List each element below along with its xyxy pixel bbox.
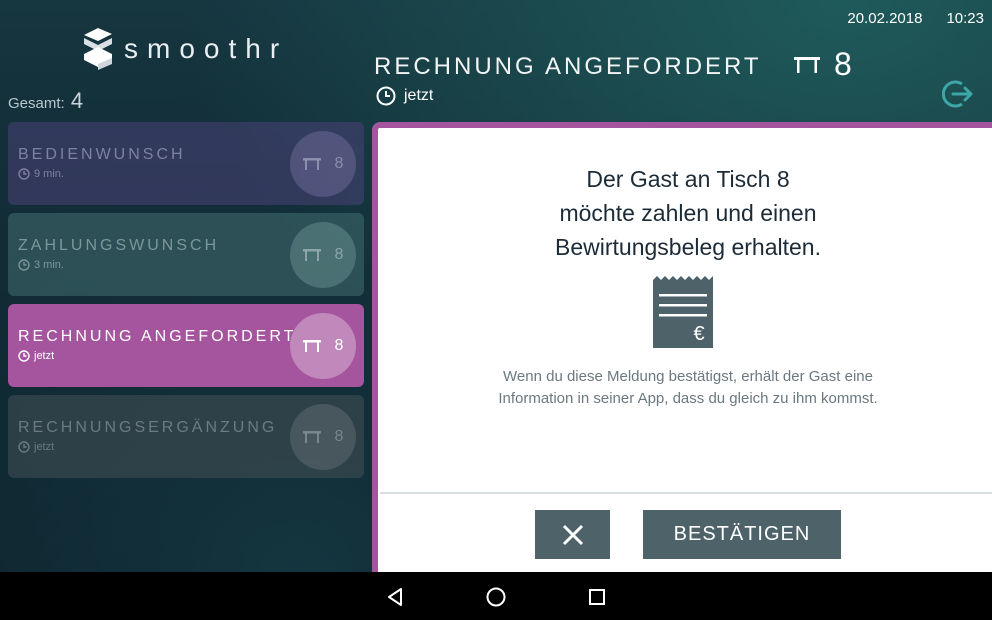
status-date: 20.02.2018 <box>847 10 923 27</box>
request-item-rechnung-angefordert[interactable]: RECHNUNG ANGEFORDERT jetzt 8 <box>8 304 364 387</box>
detail-card-body: Der Gast an Tisch 8 möchte zahlen und ei… <box>380 130 992 572</box>
info-line: Information in seiner App, dass du gleic… <box>498 390 878 407</box>
info-line: Wenn du diese Meldung bestätigst, erhält… <box>503 368 873 385</box>
app-logo: smoothr <box>82 28 288 70</box>
close-icon <box>562 524 583 545</box>
clock-icon <box>18 441 30 453</box>
confirm-button[interactable]: BESTÄTIGEN <box>643 510 841 559</box>
logo-text: smoothr <box>124 33 289 64</box>
svg-text:€: € <box>693 323 704 345</box>
request-item-bedienwunsch[interactable]: BEDIENWUNSCH 9 min. 8 <box>8 122 364 205</box>
table-number: 8 <box>334 155 344 172</box>
detail-title: RECHNUNG ANGEFORDERT <box>374 53 762 80</box>
logout-icon[interactable] <box>942 78 974 110</box>
headline-line: Bewirtungsbeleg erhalten. <box>555 234 821 260</box>
headline-line: möchte zahlen und einen <box>559 200 817 226</box>
clock-icon <box>376 86 396 106</box>
divider <box>380 492 992 494</box>
request-time-label: jetzt <box>34 441 55 453</box>
table-number: 8 <box>334 246 344 263</box>
detail-card: Der Gast an Tisch 8 möchte zahlen und ei… <box>372 122 992 572</box>
table-badge: 8 <box>290 131 356 197</box>
total-label: Gesamt: <box>8 95 65 112</box>
receipt-euro-icon: € <box>653 276 713 348</box>
total-count: Gesamt: 4 <box>8 88 83 114</box>
table-icon <box>794 56 820 73</box>
request-item-zahlungswunsch[interactable]: ZAHLUNGSWUNSCH 3 min. 8 <box>8 213 364 296</box>
status-time: 10:23 <box>946 10 984 27</box>
table-icon <box>302 249 321 261</box>
status-bar: 20.02.2018 10:23 <box>847 10 984 27</box>
detail-time-label: jetzt <box>404 87 434 104</box>
home-icon[interactable] <box>485 586 507 608</box>
table-badge: 8 <box>290 313 356 379</box>
clock-icon <box>18 168 30 180</box>
table-number: 8 <box>334 337 344 354</box>
detail-table-number: 8 <box>834 46 852 82</box>
app-screen: 20.02.2018 10:23 smoothr Gesamt: 4 BEDIE… <box>0 0 992 572</box>
request-time-label: 9 min. <box>34 168 64 180</box>
detail-table-indicator: 8 <box>794 46 852 83</box>
table-badge: 8 <box>290 222 356 288</box>
cancel-button[interactable] <box>535 510 610 559</box>
table-icon <box>302 158 321 170</box>
clock-icon <box>18 259 30 271</box>
detail-info: Wenn du diese Meldung bestätigst, erhält… <box>380 366 992 410</box>
recents-icon[interactable] <box>586 586 608 608</box>
detail-time: jetzt <box>376 86 433 106</box>
table-icon <box>302 340 321 352</box>
total-number: 4 <box>70 88 84 113</box>
table-badge: 8 <box>290 404 356 470</box>
table-icon <box>302 431 321 443</box>
request-time-label: jetzt <box>34 350 55 362</box>
request-item-rechnungsergaenzung[interactable]: RECHNUNGSERGÄNZUNG jetzt 8 <box>8 395 364 478</box>
request-list: BEDIENWUNSCH 9 min. 8 ZAHLUNGSWUNSCH 3 m… <box>8 122 364 486</box>
detail-headline: Der Gast an Tisch 8 möchte zahlen und ei… <box>380 162 992 264</box>
request-time-label: 3 min. <box>34 259 64 271</box>
back-icon[interactable] <box>384 586 406 608</box>
headline-line: Der Gast an Tisch 8 <box>586 166 790 192</box>
smoothr-logo-icon <box>84 28 112 70</box>
android-nav-bar <box>0 572 992 620</box>
clock-icon <box>18 350 30 362</box>
table-number: 8 <box>334 428 344 445</box>
